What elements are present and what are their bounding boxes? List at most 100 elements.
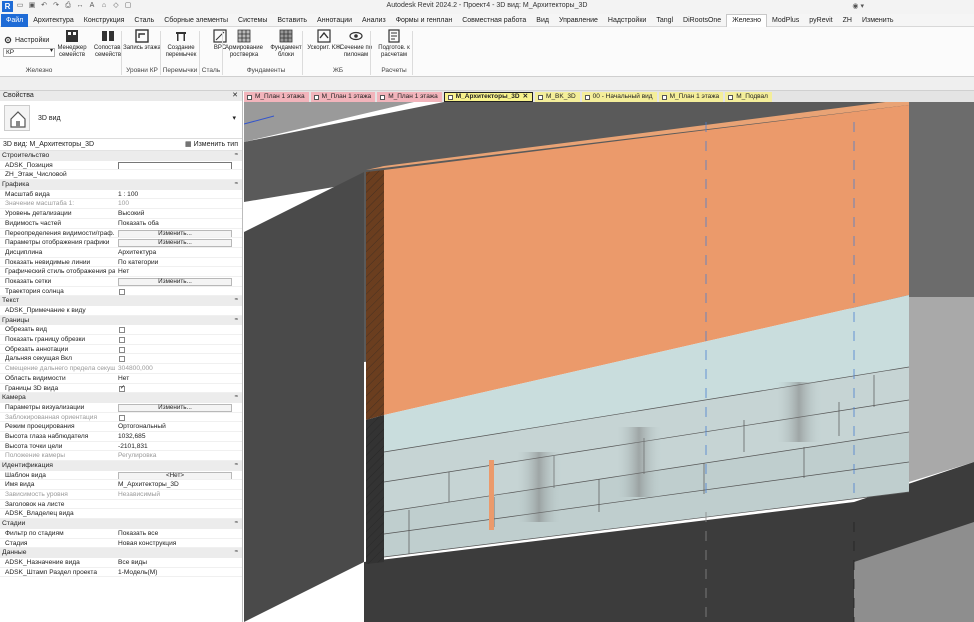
checkbox[interactable] xyxy=(119,346,125,353)
property-value[interactable]: Нет xyxy=(115,374,233,383)
properties-category[interactable]: Строительство ≈ xyxy=(0,151,242,161)
property-value[interactable]: <Нет> xyxy=(115,471,233,480)
collapse-icon[interactable]: ≈ xyxy=(235,519,238,529)
collapse-icon[interactable]: ≈ xyxy=(235,461,238,471)
property-value[interactable]: Нет xyxy=(115,267,233,276)
menu-tab-4[interactable]: Сборные элементы xyxy=(159,14,233,27)
view-tab-6[interactable]: М_План 1 этажа xyxy=(658,92,724,102)
view-tab-7[interactable]: М_Подвал xyxy=(725,92,772,102)
property-value[interactable]: По категории xyxy=(115,258,233,267)
menu-tab-5[interactable]: Системы xyxy=(233,14,272,27)
menu-tab-1[interactable]: Архитектура xyxy=(28,14,79,27)
menu-tab-11[interactable]: Вид xyxy=(531,14,554,27)
property-value[interactable]: Архитектура xyxy=(115,248,233,257)
type-selector[interactable]: 3D вид ▾ xyxy=(0,101,242,139)
property-value[interactable] xyxy=(115,345,233,354)
ribbon-button-5[interactable]: Армирование ростверка xyxy=(224,29,264,59)
collapse-icon[interactable]: ≈ xyxy=(235,296,238,306)
settings-button[interactable]: Настройки xyxy=(4,36,49,44)
collapse-icon[interactable]: ≈ xyxy=(235,180,238,190)
menu-tab-13[interactable]: Надстройки xyxy=(603,14,651,27)
collapse-icon[interactable]: ≈ xyxy=(235,151,238,161)
ribbon-toggle-icon[interactable]: ◉ ▾ xyxy=(852,2,864,10)
text-field[interactable] xyxy=(118,161,232,170)
edit-button[interactable]: Изменить... xyxy=(118,239,232,247)
ribbon-button-9[interactable]: Подготов. к расчетам xyxy=(374,29,414,59)
property-value[interactable]: -2101,831 xyxy=(115,442,233,451)
property-value[interactable]: М_Архитекторы_3D xyxy=(115,480,233,489)
view-tab-3[interactable]: М_Архитекторы_3D ✕ xyxy=(443,92,534,102)
properties-category[interactable]: Текст ≈ xyxy=(0,296,242,306)
property-value[interactable] xyxy=(115,384,233,392)
menu-tab-10[interactable]: Совместная работа xyxy=(457,14,531,27)
properties-category[interactable]: Камера ≈ xyxy=(0,393,242,403)
menu-tab-2[interactable]: Конструкция xyxy=(79,14,130,27)
menu-tab-7[interactable]: Аннотации xyxy=(312,14,357,27)
property-value[interactable] xyxy=(115,509,233,518)
property-value[interactable]: Все виды xyxy=(115,558,233,567)
property-value[interactable]: Изменить... xyxy=(115,238,233,247)
property-value[interactable] xyxy=(115,325,233,334)
menu-tab-17[interactable]: ModPlus xyxy=(767,14,804,27)
close-tab-icon[interactable]: ✕ xyxy=(523,92,528,102)
property-value[interactable] xyxy=(115,306,233,315)
checkbox[interactable] xyxy=(119,327,125,334)
collapse-icon[interactable]: ≈ xyxy=(235,316,238,326)
ribbon-button-0[interactable]: Менеджер семейств xyxy=(52,29,92,59)
menu-tab-6[interactable]: Вставить xyxy=(272,14,312,27)
ribbon-button-6[interactable]: Фундамент блоки xyxy=(266,29,306,59)
kr-select[interactable]: КР xyxy=(3,48,55,57)
properties-category[interactable]: Данные ≈ xyxy=(0,548,242,558)
menu-tab-19[interactable]: ZH xyxy=(838,14,857,27)
properties-category[interactable]: Границы ≈ xyxy=(0,315,242,326)
view-tab-2[interactable]: М_План 1 этажа xyxy=(377,92,442,102)
edit-button[interactable]: Изменить... xyxy=(118,229,232,238)
property-value[interactable]: Показать оба xyxy=(115,219,233,228)
menu-tab-9[interactable]: Формы и генплан xyxy=(391,14,458,27)
checkbox[interactable] xyxy=(119,288,125,295)
view-tab-4[interactable]: М_BK_3D xyxy=(535,92,580,102)
edit-type-button[interactable]: ▦ Изменить тип xyxy=(185,139,238,151)
property-value[interactable]: Изменить... xyxy=(115,403,233,412)
properties-category[interactable]: Идентификация ≈ xyxy=(0,461,242,471)
view-tab-1[interactable]: М_План 1 этажа xyxy=(310,92,376,102)
checkbox[interactable] xyxy=(119,414,125,421)
property-value[interactable]: 1032,685 xyxy=(115,432,233,441)
property-value[interactable]: Изменить... xyxy=(115,229,233,238)
property-value[interactable] xyxy=(115,287,233,296)
menu-tab-16[interactable]: Железно xyxy=(726,13,768,27)
menu-tab-0[interactable]: Файл xyxy=(1,13,29,27)
properties-category[interactable]: Стадии ≈ xyxy=(0,519,242,529)
3d-viewport[interactable] xyxy=(244,102,974,622)
ribbon-button-3[interactable]: Создание перемычек xyxy=(161,29,201,59)
collapse-icon[interactable]: ≈ xyxy=(235,548,238,558)
view-tab-0[interactable]: М_План 1 этажа xyxy=(244,92,309,102)
property-value[interactable]: 1-Модель(М) xyxy=(115,568,233,577)
menu-tab-20[interactable]: Изменить xyxy=(857,14,899,27)
menu-tab-8[interactable]: Анализ xyxy=(357,14,391,27)
menu-tab-18[interactable]: pyRevit xyxy=(804,14,837,27)
chevron-down-icon[interactable]: ▾ xyxy=(232,114,236,122)
property-value[interactable]: Показать все xyxy=(115,529,233,538)
menu-tab-14[interactable]: Tangl xyxy=(651,14,678,27)
menu-tab-3[interactable]: Сталь xyxy=(129,14,159,27)
edit-button[interactable]: Изменить... xyxy=(118,277,232,286)
property-value[interactable]: Высокий xyxy=(115,209,233,218)
ribbon-button-2[interactable]: Запись этажа xyxy=(122,29,162,52)
menu-tab-15[interactable]: DiRootsOne xyxy=(678,14,726,27)
property-value[interactable] xyxy=(115,170,233,179)
property-value[interactable]: Изменить... xyxy=(115,277,233,286)
close-icon[interactable]: ✕ xyxy=(232,91,238,101)
property-value[interactable] xyxy=(115,354,233,363)
property-value[interactable]: 1 : 100 xyxy=(115,190,233,199)
edit-button[interactable]: Изменить... xyxy=(118,403,232,412)
property-value[interactable]: Ортогональный xyxy=(115,422,233,431)
property-value[interactable] xyxy=(115,335,233,344)
edit-button[interactable]: <Нет> xyxy=(118,471,232,480)
checkbox[interactable] xyxy=(119,356,125,363)
view-tab-5[interactable]: 00 - Начальный вид xyxy=(581,92,657,102)
properties-category[interactable]: Графика ≈ xyxy=(0,180,242,190)
property-value[interactable]: Новая конструкция xyxy=(115,539,233,548)
collapse-icon[interactable]: ≈ xyxy=(235,393,238,403)
property-value[interactable] xyxy=(115,161,233,170)
